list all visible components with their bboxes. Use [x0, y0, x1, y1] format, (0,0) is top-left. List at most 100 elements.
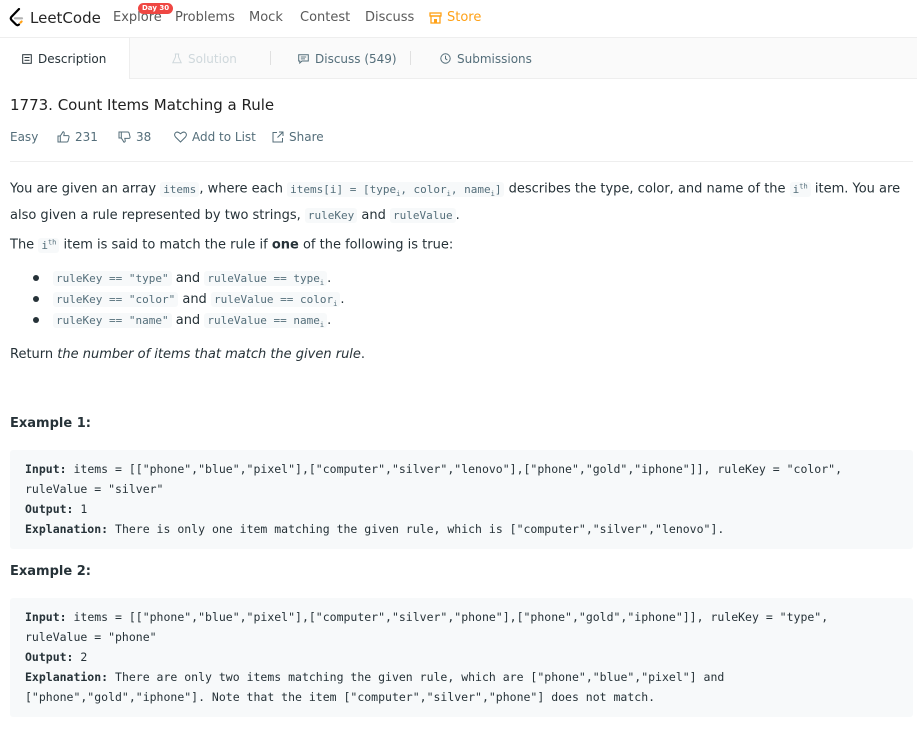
- text: .: [455, 207, 460, 223]
- example-title: Example 1:: [10, 416, 91, 431]
- share-label: Share: [289, 130, 324, 144]
- divider: [10, 161, 913, 162]
- day-badge: Day 30: [138, 3, 174, 14]
- difficulty-badge: Easy: [10, 130, 39, 144]
- code-text: , color: [400, 182, 447, 196]
- thumbs-up-icon: [57, 131, 70, 143]
- top-nav: LeetCode Explore Day 30 Problems Mock Co…: [0, 0, 917, 38]
- text: and: [171, 313, 205, 328]
- input-label: Input:: [25, 462, 67, 476]
- code-text: i: [41, 238, 48, 252]
- text: .: [327, 271, 332, 286]
- explanation-label: Explanation:: [25, 522, 109, 536]
- logo[interactable]: LeetCode: [8, 7, 101, 29]
- text: .: [340, 292, 345, 307]
- clock-icon: [440, 53, 451, 64]
- code-items: items: [160, 181, 200, 197]
- code-text: , name: [450, 182, 491, 196]
- input-value: items = [["phone","blue","pixel"],["comp…: [25, 610, 829, 644]
- code-text: ruleValue == color: [213, 293, 334, 306]
- code-item-def: items[i] = [typei, colori, namei]: [287, 181, 505, 198]
- list-item: ruleKey == "type" and ruleValue == typei…: [10, 268, 345, 289]
- problem-tabs: Description Solution Discuss (549) Submi…: [0, 38, 917, 79]
- code-text: ruleValue == colori: [210, 292, 341, 309]
- nav-contest[interactable]: Contest: [300, 10, 350, 25]
- list-item: ruleKey == "color" and ruleValue == colo…: [10, 289, 345, 310]
- tab-solution[interactable]: Solution: [172, 38, 237, 79]
- nav-discuss[interactable]: Discuss: [365, 10, 414, 25]
- code-i: ith: [38, 237, 60, 253]
- text: Return: [10, 347, 58, 362]
- code-text: ruleValue == name: [207, 314, 320, 327]
- code-text: ruleValue == namei: [204, 313, 328, 330]
- comment-icon: [298, 53, 309, 64]
- input-value: items = [["phone","blue","pixel"],["comp…: [25, 462, 842, 496]
- explanation-value: There is only one item matching the give…: [108, 522, 725, 536]
- return-paragraph: Return the number of items that match th…: [10, 344, 365, 365]
- tab-discuss-label: Discuss (549): [315, 51, 397, 66]
- code-text: ruleValue == type: [207, 272, 320, 285]
- example-title: Example 2:: [10, 564, 91, 579]
- tab-submissions-label: Submissions: [457, 51, 532, 66]
- subscript: i: [333, 300, 338, 309]
- tab-submissions[interactable]: Submissions: [440, 38, 532, 79]
- problem-title: 1773. Count Items Matching a Rule: [10, 96, 275, 114]
- add-to-list-button[interactable]: Add to List: [174, 130, 256, 144]
- nav-problems[interactable]: Problems: [175, 10, 235, 25]
- text: .: [360, 347, 366, 362]
- explanation-label: Explanation:: [25, 670, 109, 684]
- thumbs-down-icon: [118, 131, 131, 143]
- description-paragraph: You are given an array items, where each…: [10, 176, 913, 226]
- tab-description-label: Description: [38, 51, 107, 66]
- superscript: th: [47, 238, 57, 246]
- text: and: [357, 207, 390, 223]
- emphasis: one: [271, 237, 299, 253]
- text: The: [10, 237, 39, 253]
- text: describes the type, color, and name of t…: [504, 181, 790, 197]
- subscript: i: [319, 279, 325, 288]
- code-text: ruleValue == typei: [204, 271, 328, 288]
- code-rulevalue: ruleValue: [390, 207, 456, 223]
- output-label: Output:: [25, 502, 74, 516]
- tab-description[interactable]: Description: [0, 38, 130, 79]
- output-value: 1: [73, 502, 88, 516]
- tab-separator: [270, 51, 271, 65]
- code-text: ruleKey == "name": [53, 313, 172, 328]
- nav-store-label: Store: [447, 10, 482, 25]
- add-to-list-label: Add to List: [192, 130, 256, 144]
- rule-list: ruleKey == "type" and ruleValue == typei…: [10, 268, 345, 331]
- example-block: Input: items = [["phone","blue","pixel"]…: [10, 598, 913, 717]
- text: of the following is true:: [298, 237, 454, 253]
- tab-separator: [410, 51, 411, 65]
- share-icon: [272, 131, 284, 143]
- leetcode-logo-icon: [9, 8, 24, 27]
- output-label: Output:: [25, 650, 74, 664]
- store-icon: [429, 11, 442, 24]
- dislike-count: 38: [136, 130, 152, 144]
- nav-mock[interactable]: Mock: [249, 10, 283, 25]
- dislike-button[interactable]: 38: [118, 130, 151, 144]
- heart-icon: [174, 131, 187, 143]
- tab-discuss[interactable]: Discuss (549): [298, 38, 397, 79]
- list-item: ruleKey == "name" and ruleValue == namei…: [10, 310, 345, 331]
- code-text: ruleKey == "type": [53, 271, 172, 286]
- explanation-value: There are only two items matching the gi…: [25, 670, 725, 704]
- text: and: [178, 292, 211, 307]
- emphasis: the number of items that match the given…: [57, 347, 361, 362]
- code-i: ith: [789, 181, 811, 197]
- subscript: i: [319, 321, 325, 330]
- nav-store[interactable]: Store: [429, 10, 481, 25]
- example-block: Input: items = [["phone","blue","pixel"]…: [10, 450, 913, 549]
- like-button[interactable]: 231: [57, 130, 98, 144]
- code-text: ruleKey == "color": [53, 292, 179, 307]
- like-count: 231: [75, 130, 98, 144]
- input-label: Input:: [25, 610, 67, 624]
- text: .: [327, 313, 332, 328]
- logo-text: LeetCode: [30, 9, 101, 27]
- document-icon: [22, 53, 32, 64]
- text: and: [171, 271, 205, 286]
- match-rule-paragraph: The ith item is said to match the rule i…: [10, 232, 453, 256]
- text: You are given an array: [10, 181, 161, 197]
- share-button[interactable]: Share: [272, 130, 324, 144]
- flask-icon: [172, 53, 182, 64]
